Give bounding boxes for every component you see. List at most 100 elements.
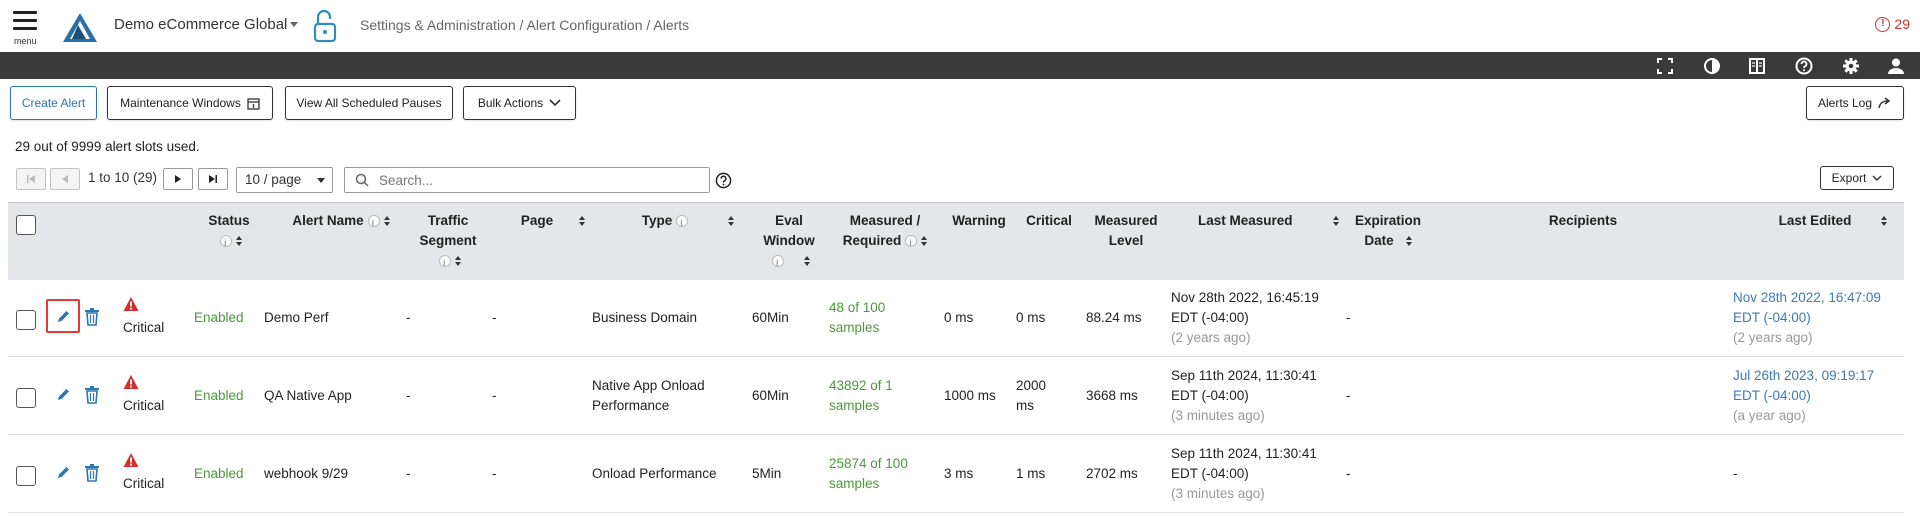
help-icon[interactable] bbox=[715, 172, 732, 189]
alerts-log-label: Alerts Log bbox=[1817, 96, 1873, 110]
book-icon[interactable] bbox=[1748, 57, 1766, 75]
notifications-badge[interactable]: ! 29 bbox=[1875, 16, 1910, 32]
edit-button[interactable] bbox=[46, 299, 80, 333]
last-measured-ago: (3 minutes ago) bbox=[1171, 408, 1265, 423]
user-icon[interactable] bbox=[1887, 57, 1905, 75]
measured-line-2: samples bbox=[829, 398, 880, 413]
table-row: Critical Enabled Demo Perf - - Business … bbox=[8, 280, 1904, 357]
select-all-checkbox[interactable] bbox=[16, 215, 36, 235]
column-alert-name[interactable]: Alert Name bbox=[276, 211, 406, 233]
next-page-button[interactable] bbox=[163, 168, 193, 190]
alerts-log-button[interactable]: Alerts Log bbox=[1806, 86, 1904, 120]
row-checkbox[interactable] bbox=[16, 466, 36, 486]
bulk-actions-dropdown[interactable]: Bulk Actions bbox=[463, 86, 576, 120]
measured-line-2: samples bbox=[829, 320, 880, 335]
column-eval-window[interactable]: Eval Window bbox=[756, 211, 822, 273]
sort-icon bbox=[236, 236, 242, 247]
alert-name[interactable]: QA Native App bbox=[264, 386, 352, 406]
unlock-icon[interactable] bbox=[312, 7, 338, 45]
export-label: Export bbox=[1831, 171, 1867, 185]
column-measured-level[interactable]: Measured Level bbox=[1086, 211, 1166, 251]
column-measured-required-label-1: Measured / bbox=[849, 213, 921, 228]
column-measured-required-label-2: Required bbox=[842, 233, 902, 248]
page-size-value: 10 / page bbox=[245, 172, 302, 187]
info-icon bbox=[367, 213, 380, 233]
severity-label: Critical bbox=[123, 476, 165, 491]
column-traffic-segment[interactable]: Traffic Segment bbox=[406, 211, 490, 273]
prev-page-button[interactable] bbox=[50, 168, 80, 190]
column-last-edited[interactable]: Last Edited bbox=[1768, 211, 1898, 231]
fullscreen-icon[interactable] bbox=[1656, 57, 1674, 75]
info-icon bbox=[676, 213, 689, 233]
settings-icon[interactable] bbox=[1842, 57, 1860, 75]
column-expiration-date[interactable]: Expiration Date bbox=[1346, 211, 1430, 251]
critical-value: 0 ms bbox=[1016, 308, 1045, 328]
column-status[interactable]: Status bbox=[194, 211, 264, 253]
alert-name[interactable]: Demo Perf bbox=[264, 308, 329, 328]
warning-triangle-icon bbox=[123, 375, 139, 389]
sort-icon bbox=[383, 216, 390, 227]
trash-icon[interactable] bbox=[84, 464, 100, 482]
critical-value: 2000 ms bbox=[1016, 376, 1046, 416]
company-selector[interactable]: Demo eCommerce Global bbox=[114, 16, 287, 33]
last-edited-value[interactable]: Nov 28th 2022, 16:47:09 EDT (-04:00) (2 … bbox=[1733, 288, 1881, 348]
pencil-icon bbox=[57, 466, 69, 478]
page-value: - bbox=[492, 466, 497, 481]
hamburger-line bbox=[13, 19, 37, 22]
critical-value: 1 ms bbox=[1016, 464, 1045, 484]
maintenance-windows-label: Maintenance Windows bbox=[120, 96, 241, 110]
last-edited-ago: (2 years ago) bbox=[1733, 330, 1813, 345]
view-scheduled-pauses-button[interactable]: View All Scheduled Pauses bbox=[285, 86, 453, 120]
column-page[interactable]: Page bbox=[513, 211, 593, 231]
notifications-count: 29 bbox=[1894, 16, 1910, 32]
edit-button[interactable] bbox=[46, 377, 80, 411]
last-edited-date: Nov 28th 2022, 16:47:09 bbox=[1733, 290, 1881, 305]
row-checkbox[interactable] bbox=[16, 310, 36, 330]
table-row: Critical Enabled QA Native App - - Nativ… bbox=[8, 358, 1904, 435]
chevron-down-icon[interactable] bbox=[290, 22, 298, 27]
info-icon bbox=[220, 233, 232, 253]
menu-button[interactable]: menu bbox=[13, 11, 39, 46]
contrast-icon[interactable] bbox=[1703, 57, 1721, 75]
column-warning[interactable]: Warning bbox=[940, 211, 1018, 231]
measured-required-value: 25874 of 100 samples bbox=[829, 454, 908, 494]
column-last-measured-label: Last Measured bbox=[1198, 213, 1293, 228]
search-icon bbox=[355, 173, 369, 187]
pencil-icon bbox=[57, 310, 69, 322]
column-measured-required[interactable]: Measured / Required bbox=[830, 211, 940, 253]
chevron-down-icon bbox=[549, 99, 561, 107]
search-placeholder: Search... bbox=[379, 172, 434, 188]
last-measured-tz: EDT (-04:00) bbox=[1171, 466, 1249, 481]
last-page-button[interactable] bbox=[198, 168, 228, 190]
traffic-segment: - bbox=[406, 466, 411, 481]
column-recipients[interactable]: Recipients bbox=[1508, 211, 1658, 231]
page-size-select[interactable]: 10 / page bbox=[236, 167, 333, 193]
create-alert-button[interactable]: Create Alert bbox=[10, 86, 97, 120]
measured-line-1: 48 of 100 bbox=[829, 300, 886, 315]
trash-icon[interactable] bbox=[84, 386, 100, 404]
column-measured-level-label-2: Level bbox=[1108, 233, 1144, 248]
table-row: Critical Enabled webhook 9/29 - - Onload… bbox=[8, 436, 1904, 513]
search-input[interactable]: Search... bbox=[344, 167, 710, 193]
maintenance-windows-button[interactable]: Maintenance Windows bbox=[107, 86, 273, 120]
help-icon[interactable] bbox=[1795, 57, 1813, 75]
first-page-button[interactable] bbox=[16, 168, 46, 190]
sort-icon bbox=[804, 256, 810, 267]
brand-logo[interactable] bbox=[62, 11, 98, 43]
export-dropdown[interactable]: Export bbox=[1820, 166, 1894, 190]
column-last-measured[interactable]: Last Measured bbox=[1198, 211, 1348, 231]
trash-icon[interactable] bbox=[84, 308, 100, 326]
severity-label: Critical bbox=[123, 398, 165, 413]
column-traffic-segment-icons bbox=[406, 251, 490, 273]
last-measured-ago: (2 years ago) bbox=[1171, 330, 1251, 345]
page-value: - bbox=[492, 388, 497, 403]
prev-page-icon bbox=[62, 175, 68, 183]
alert-name[interactable]: webhook 9/29 bbox=[264, 464, 348, 484]
edit-button[interactable] bbox=[46, 455, 80, 489]
bulk-actions-label: Bulk Actions bbox=[477, 96, 544, 110]
last-edited-ago: (a year ago) bbox=[1733, 408, 1806, 423]
column-type[interactable]: Type bbox=[628, 211, 748, 233]
last-edited-value[interactable]: Jul 26th 2023, 09:19:17 EDT (-04:00) (a … bbox=[1733, 366, 1874, 426]
column-critical[interactable]: Critical bbox=[1016, 211, 1082, 231]
row-checkbox[interactable] bbox=[16, 388, 36, 408]
